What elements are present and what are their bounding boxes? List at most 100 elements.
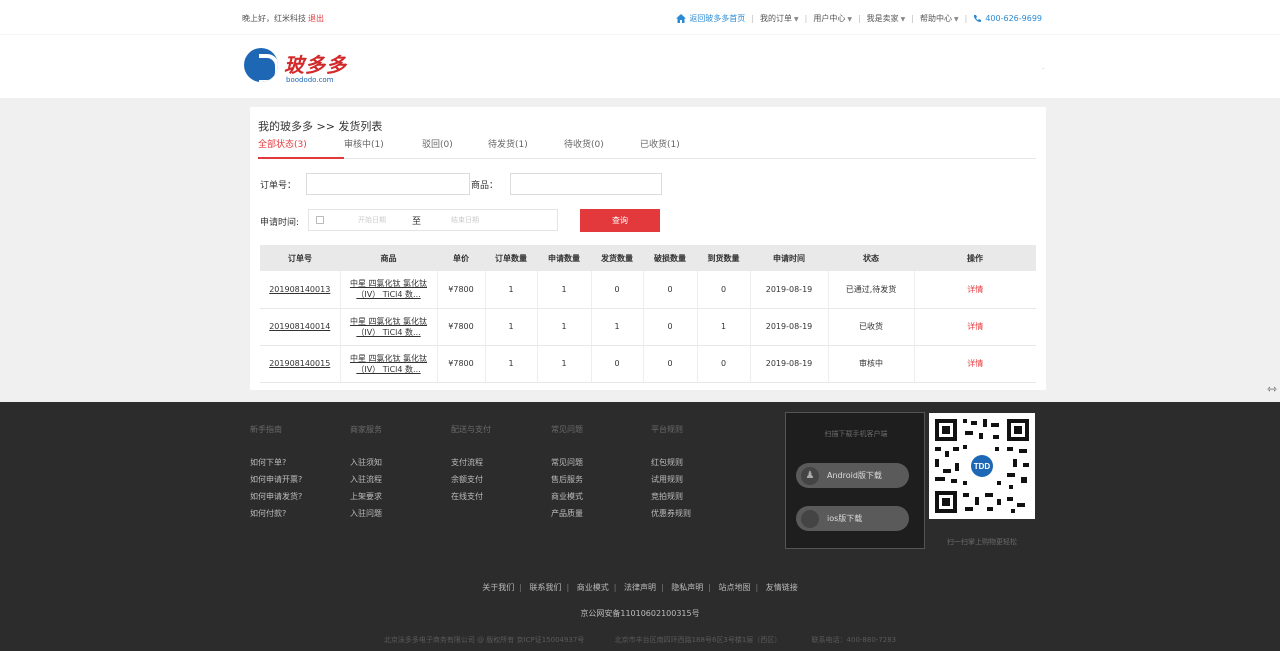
tab-to-ship[interactable]: 待发货(1): [488, 137, 564, 158]
footer-link[interactable]: 产品质量: [551, 508, 583, 519]
detail-link[interactable]: 详情: [967, 322, 983, 331]
tab-received[interactable]: 已收货(1): [640, 137, 716, 158]
address-text: 北京市丰台区南四环西路188号6区3号楼1层（西区）: [614, 636, 782, 644]
product-input[interactable]: [510, 173, 662, 195]
top-links: 返回玻多多首页 | 我的订单 ▼ | 用户中心 ▼ | 我是卖家 ▼ | 帮助中心 ▼ …: [676, 13, 1042, 24]
detail-link[interactable]: 详情: [967, 359, 983, 368]
footer-link[interactable]: 竞拍规则: [651, 491, 691, 502]
footer-link[interactable]: 支付流程: [451, 457, 491, 468]
seller-menu[interactable]: 我是卖家 ▼: [867, 13, 906, 24]
android-download-button[interactable]: ♟ Android版下载: [796, 463, 909, 488]
order-no-link[interactable]: 201908140014: [269, 322, 330, 331]
price-cell: ¥7800: [437, 308, 486, 346]
footer-link-contact[interactable]: 联系我们: [530, 583, 562, 592]
date-range-picker[interactable]: 开始日期 至 结束日期: [308, 209, 558, 231]
user-center-label: 用户中心: [813, 13, 846, 23]
footer-link[interactable]: 试用规则: [651, 474, 691, 485]
product-name-line2: （IV） TiCl4 数...: [356, 290, 421, 300]
footer-link[interactable]: 如何下单?: [250, 457, 302, 468]
col-product: 商品: [340, 245, 437, 271]
status-cell: 审核中: [828, 345, 915, 383]
footer-link[interactable]: 红包规则: [651, 457, 691, 468]
end-date-input[interactable]: 结束日期: [451, 215, 479, 225]
my-orders-menu[interactable]: 我的订单 ▼: [760, 13, 799, 24]
arrive-qty-cell: 1: [697, 308, 751, 346]
footer-link[interactable]: 入驻流程: [350, 474, 382, 485]
footer-link-friends[interactable]: 友情链接: [766, 583, 798, 592]
footer-col-payment: 配送与支付 支付流程 余额支付 在线支付: [451, 424, 491, 508]
ios-download-button[interactable]: ios版下载: [796, 506, 909, 531]
tab-to-receive[interactable]: 待收货(0): [564, 137, 640, 158]
divider: |: [804, 13, 808, 23]
footer-link[interactable]: 如何申请发货?: [250, 491, 302, 502]
footer-link[interactable]: 入驻问题: [350, 508, 382, 519]
footer-col-heading: 平台规则: [651, 425, 683, 434]
icp-record: 京公网安备11010602100315号: [580, 609, 700, 618]
footer-link-sitemap[interactable]: 站点地图: [719, 583, 751, 592]
my-orders-label: 我的订单: [760, 13, 793, 23]
app-download-box: 扫描下载手机客户端 ♟ Android版下载 ios版下载: [785, 412, 925, 549]
order-qty-cell: 1: [485, 345, 538, 383]
footer-link-privacy[interactable]: 隐私声明: [671, 583, 703, 592]
table-row: 201908140014 中星 四氯化钛 氯化钛 （IV） TiCl4 数... …: [260, 308, 1036, 346]
damage-qty-cell: 0: [643, 271, 698, 309]
footer-col-heading: 商家服务: [350, 425, 382, 434]
detail-link[interactable]: 详情: [967, 285, 983, 294]
tab-rejected[interactable]: 驳回(0): [422, 137, 488, 158]
order-no-link[interactable]: 201908140015: [269, 359, 330, 368]
phone-contact: 400-626-9699: [973, 14, 1042, 23]
footer-col-heading: 新手指南: [250, 425, 282, 434]
footer-link[interactable]: 商业模式: [551, 491, 583, 502]
site-footer: 新手指南 如何下单? 如何申请开票? 如何申请发货? 如何付款? 商家服务 入驻…: [0, 402, 1280, 651]
chevron-down-icon: ▼: [847, 15, 852, 23]
product-label: 商品：: [471, 181, 499, 191]
tab-reviewing[interactable]: 审核中(1): [344, 137, 422, 158]
col-apply-time: 申请时间: [750, 245, 828, 271]
product-link[interactable]: 中星 四氯化钛 氯化钛 （IV） TiCl4 数...: [350, 278, 427, 300]
header-dot: ·: [1042, 65, 1045, 73]
footer-col-heading: 配送与支付: [451, 425, 491, 434]
price-cell: ¥7800: [437, 271, 486, 309]
footer-link[interactable]: 余额支付: [451, 474, 491, 485]
seller-label: 我是卖家: [866, 13, 899, 23]
order-no-input[interactable]: [306, 173, 470, 195]
apply-qty-cell: 1: [537, 345, 592, 383]
damage-qty-cell: 0: [643, 308, 698, 346]
greeting: 晚上好，红米科技 退出: [242, 13, 324, 24]
android-icon: ♟: [801, 466, 819, 485]
start-date-input[interactable]: 开始日期: [358, 215, 386, 225]
footer-link[interactable]: 售后服务: [551, 474, 583, 485]
table-row: 201908140015 中星 四氯化钛 氯化钛 （IV） TiCl4 数... …: [260, 345, 1036, 383]
footer-link[interactable]: 如何申请开票?: [250, 474, 302, 485]
product-name-line2: （IV） TiCl4 数...: [356, 327, 421, 337]
order-no-link[interactable]: 201908140013: [269, 285, 330, 294]
footer-link-legal[interactable]: 法律声明: [624, 583, 656, 592]
product-link[interactable]: 中星 四氯化钛 氯化钛 （IV） TiCl4 数...: [350, 353, 427, 375]
footer-link[interactable]: 优惠券规则: [651, 508, 691, 519]
footer-link[interactable]: 上架要求: [350, 491, 382, 502]
footer-link[interactable]: 在线支付: [451, 491, 491, 502]
tab-all[interactable]: 全部状态(3): [258, 137, 344, 159]
phone-icon: [974, 14, 982, 22]
logo-mark: [244, 48, 278, 82]
footer-link-about[interactable]: 关于我们: [482, 583, 514, 592]
expand-icon[interactable]: ⇿: [1267, 382, 1280, 396]
query-button[interactable]: 查询: [580, 209, 660, 232]
footer-link[interactable]: 入驻须知: [350, 457, 382, 468]
col-damage-qty: 破损数量: [643, 245, 697, 271]
apply-time-label: 申请时间:: [260, 218, 300, 228]
footer-col-heading: 常见问题: [551, 425, 583, 434]
footer-link[interactable]: 常见问题: [551, 457, 583, 468]
footer-link[interactable]: 如何付款?: [250, 508, 302, 519]
help-menu[interactable]: 帮助中心 ▼: [920, 13, 959, 24]
calendar-icon: [316, 216, 324, 224]
home-link[interactable]: 返回玻多多首页: [676, 13, 745, 24]
logout-link[interactable]: 退出: [308, 14, 324, 23]
footer-link-business[interactable]: 商业模式: [577, 583, 609, 592]
footer-col-rules: 平台规则 红包规则 试用规则 竞拍规则 优惠券规则: [651, 424, 691, 525]
product-link[interactable]: 中星 四氯化钛 氯化钛 （IV） TiCl4 数...: [350, 316, 427, 338]
help-label: 帮助中心: [920, 13, 952, 23]
user-center-menu[interactable]: 用户中心 ▼: [813, 13, 852, 24]
damage-qty-cell: 0: [643, 345, 698, 383]
site-logo[interactable]: 玻多多 boododo.com: [244, 46, 354, 90]
